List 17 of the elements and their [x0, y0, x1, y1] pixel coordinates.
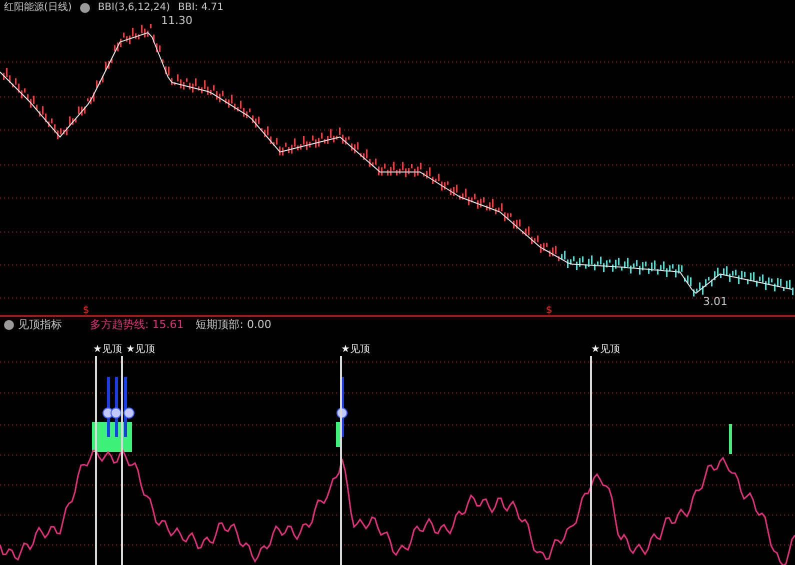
- chart-title: 红阳能源(日线): [4, 0, 72, 15]
- low-price-label: 3.01: [703, 295, 728, 308]
- indicator-panel-name: 见顶指标: [18, 316, 62, 333]
- series-reading: 短期顶部: 0.00: [196, 316, 272, 333]
- signal-mark: $: [546, 305, 552, 315]
- indicator-name: BBI(3,6,12,24): [98, 1, 170, 15]
- signal-bar: [729, 424, 732, 454]
- series-reading: 多方趋势线: 15.61: [90, 316, 184, 333]
- indicator-panel-title[interactable]: 见顶指标: [4, 316, 62, 334]
- high-price-label: 11.30: [161, 14, 192, 27]
- signal-label: ★见顶: [591, 344, 620, 355]
- signal-label: ★见顶: [126, 344, 155, 355]
- indicator-reading: BBI: 4.71: [178, 1, 224, 15]
- collapse-icon[interactable]: [4, 320, 14, 330]
- signal-label: ★见顶: [93, 344, 122, 355]
- signal-mark: $: [82, 305, 90, 315]
- signal-label: ★见顶: [341, 344, 370, 355]
